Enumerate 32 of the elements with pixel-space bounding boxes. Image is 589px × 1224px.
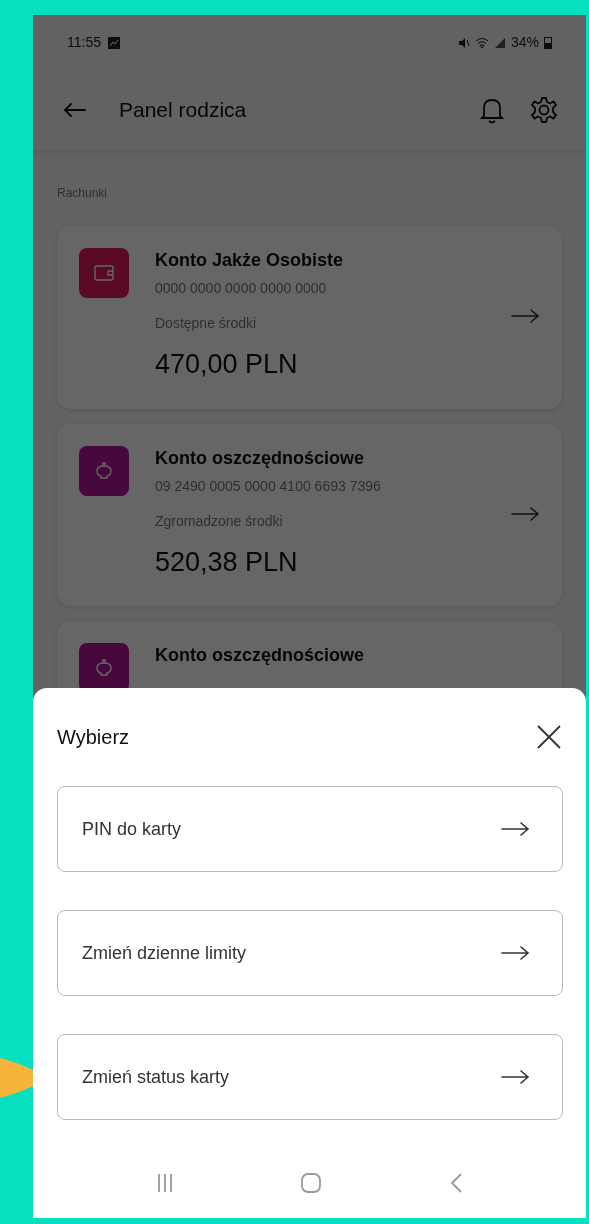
- home-icon[interactable]: [300, 1172, 323, 1194]
- settings-icon: [530, 96, 558, 124]
- status-time: 11:55: [67, 33, 101, 52]
- image-icon: [107, 35, 121, 50]
- close-icon: [536, 724, 562, 750]
- mute-icon: [457, 36, 470, 49]
- option-button[interactable]: PIN do karty: [57, 786, 563, 872]
- option-button[interactable]: Zmień status karty: [57, 1034, 563, 1120]
- piggy-bank-icon: [94, 659, 114, 677]
- balance-amount: 520,38 PLN: [155, 545, 299, 579]
- battery-percent: 34%: [510, 33, 539, 52]
- arrow-right-icon: [500, 821, 530, 837]
- recent-apps-icon[interactable]: [156, 1172, 175, 1194]
- back-arrow-icon: [63, 103, 87, 117]
- balance-amount: 470,00 PLN: [155, 348, 299, 381]
- signal-icon: [493, 36, 506, 49]
- arrow-right-icon: [500, 945, 530, 961]
- piggy-bank-icon: [94, 461, 114, 480]
- battery-icon: [544, 36, 552, 49]
- screen-title: Panel rodzica: [119, 97, 248, 124]
- option-button[interactable]: Zmień dzienne limity: [57, 910, 563, 996]
- bell-icon: [480, 96, 504, 124]
- arrow-right-icon: [500, 1069, 530, 1085]
- account-name: Konto Jakże Osobiste: [155, 249, 345, 272]
- account-name: Konto oszczędnościowe: [155, 644, 366, 667]
- back-icon[interactable]: [448, 1172, 463, 1194]
- wifi-icon: [474, 36, 489, 49]
- arrow-right-icon: [510, 505, 540, 522]
- arrow-right-icon: [510, 308, 540, 325]
- wallet-icon: [94, 265, 114, 281]
- account-name: Konto oszczędnościowe: [155, 446, 366, 470]
- sheet-title: Wybierz: [57, 725, 130, 750]
